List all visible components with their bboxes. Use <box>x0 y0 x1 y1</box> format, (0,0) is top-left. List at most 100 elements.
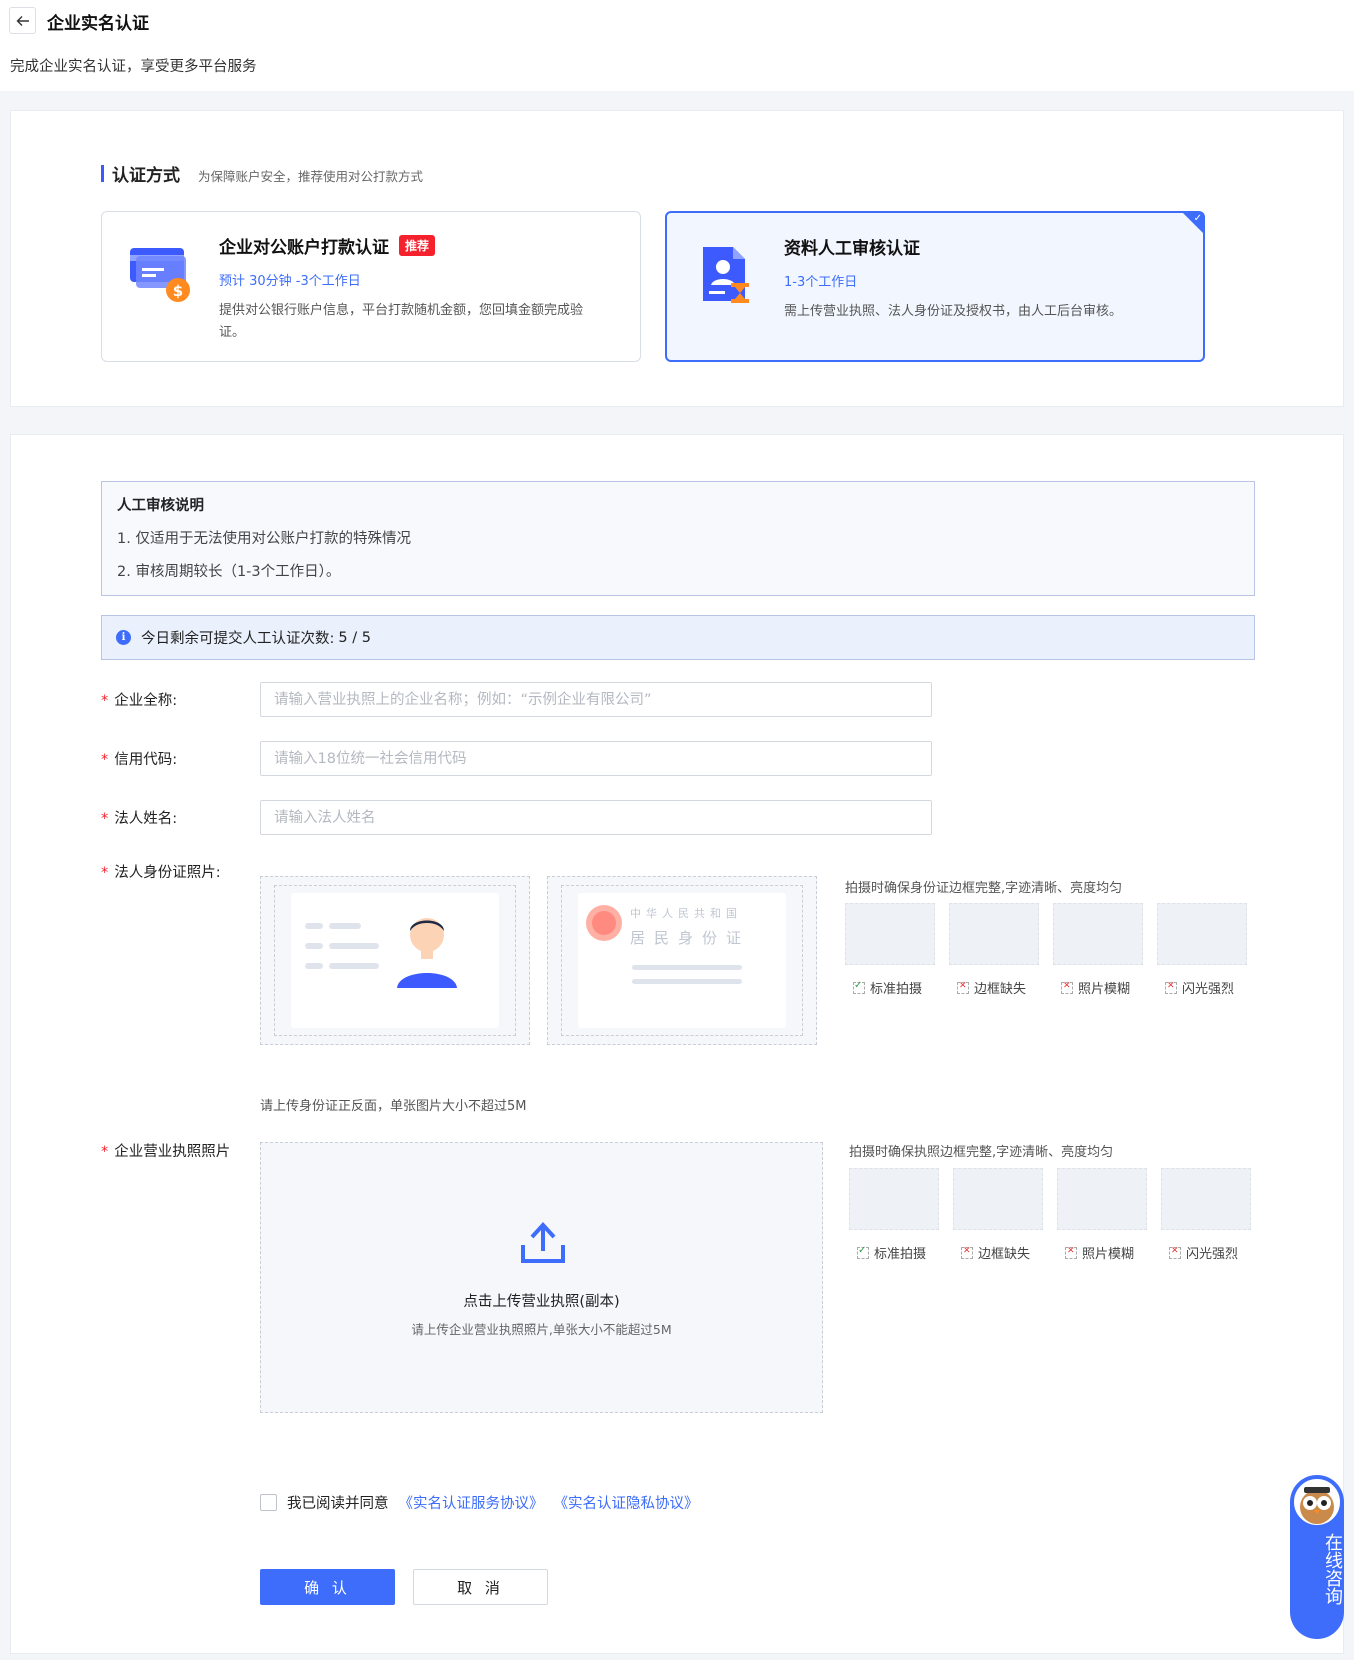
legal-name-label: * 法人姓名: <box>101 807 177 828</box>
document-review-icon <box>703 247 749 303</box>
cross-icon <box>957 981 969 994</box>
required-mark: * <box>101 865 109 881</box>
license-sample-label: 闪光强烈 <box>1169 1243 1238 1262</box>
arrow-left-icon <box>16 15 29 26</box>
id-upload-hint: 请上传身份证正反面，单张图片大小不超过5M <box>260 1099 527 1114</box>
method-time: 1-3个工作日 <box>784 275 858 290</box>
id-sample-label: 闪光强烈 <box>1165 978 1234 997</box>
title-accent-bar <box>101 165 104 182</box>
label-text: 标准拍摄 <box>874 1247 927 1262</box>
id-sample-label: 标准拍摄 <box>853 978 922 997</box>
required-mark: * <box>101 811 109 827</box>
agreement-text: 我已阅读并同意 <box>287 1496 389 1512</box>
method-title: 企业对公账户打款认证 <box>219 238 389 258</box>
check-icon: ✓ <box>1193 213 1202 224</box>
license-guide-title: 拍摄时确保执照边框完整,字迹清晰、亮度均匀 <box>849 1145 1114 1160</box>
license-sample-missing-border <box>953 1168 1043 1230</box>
review-form-card: 人工审核说明 1. 仅适用于无法使用对公账户打款的特殊情况 2. 审核周期较长（… <box>10 434 1344 1654</box>
upload-icon <box>521 1222 565 1263</box>
label-text: 企业全称: <box>114 693 178 709</box>
agreement-row: 我已阅读并同意 《实名认证服务协议》 《实名认证隐私协议》 <box>260 1492 699 1513</box>
privacy-agreement-link[interactable]: 《实名认证隐私协议》 <box>554 1492 699 1513</box>
notice-line: 2. 审核周期较长（1-3个工作日）。 <box>117 564 341 580</box>
recommend-badge: 推荐 <box>399 235 436 256</box>
check-icon <box>857 1245 869 1259</box>
review-notice: 人工审核说明 1. 仅适用于无法使用对公账户打款的特殊情况 2. 审核周期较长（… <box>101 481 1255 596</box>
section-title-text: 认证方式 <box>112 166 180 186</box>
id-sample-label: 照片模糊 <box>1061 978 1130 997</box>
method-desc: 需上传营业执照、法人身份证及授权书，由人工后台审核。 <box>784 304 1123 319</box>
label-text: 企业营业执照照片 <box>114 1144 231 1160</box>
id-back-sample: 中华人民共和国 居民身份证 <box>578 893 786 1028</box>
license-sample-flash <box>1161 1168 1251 1230</box>
cross-icon <box>1065 1246 1077 1259</box>
id-sample-blurry <box>1053 903 1143 965</box>
remaining-count: 5 / 5 <box>338 629 371 646</box>
license-sample-standard <box>849 1168 939 1230</box>
info-icon: i <box>116 630 131 645</box>
method-bank-transfer[interactable]: $ 企业对公账户打款认证 推荐 预计 30分钟 -3个工作日 提供对公银行账户信… <box>101 211 641 362</box>
method-title: 资料人工审核认证 <box>784 239 920 259</box>
page-title: 企业实名认证 <box>47 14 149 34</box>
auth-method-card: 认证方式 为保障账户安全，推荐使用对公打款方式 $ 企业对公账户打款认证 推荐 … <box>10 110 1344 407</box>
label-text: 照片模糊 <box>1078 982 1131 997</box>
method-time: 预计 30分钟 -3个工作日 <box>219 274 361 289</box>
cancel-button[interactable]: 取 消 <box>413 1569 548 1605</box>
required-mark: * <box>101 752 109 768</box>
license-sample-label: 边框缺失 <box>961 1243 1030 1262</box>
required-mark: * <box>101 693 109 709</box>
id-photo-label: * 法人身份证照片: <box>101 861 221 882</box>
owl-mascot-icon <box>1300 1487 1334 1524</box>
consult-label: 在线咨询 <box>1322 1533 1343 1605</box>
svg-text:$: $ <box>173 282 183 300</box>
id-front-sample <box>291 893 499 1028</box>
confirm-button[interactable]: 确 认 <box>260 1569 395 1605</box>
id-front-illustration <box>305 918 457 988</box>
credit-code-label: * 信用代码: <box>101 748 177 769</box>
credit-code-input[interactable] <box>260 741 932 776</box>
section-hint: 为保障账户安全，推荐使用对公打款方式 <box>198 169 424 184</box>
upload-hint: 请上传企业营业执照照片,单张大小不能超过5M <box>411 1322 672 1337</box>
company-name-input[interactable] <box>260 682 932 717</box>
cross-icon <box>961 1246 973 1259</box>
assistant-avatar <box>1292 1477 1342 1527</box>
method-manual-review[interactable]: ✓ 资料人工审核认证 1-3个工作日 需上传营业执照、法人身份证及授权书，由人工… <box>665 211 1205 362</box>
notice-title: 人工审核说明 <box>117 498 204 514</box>
cross-icon <box>1061 981 1073 994</box>
label-text: 信用代码: <box>114 752 178 768</box>
id-sample-missing-border <box>949 903 1039 965</box>
id-back-upload[interactable]: 中华人民共和国 居民身份证 <box>547 876 817 1045</box>
section-title: 认证方式 为保障账户安全，推荐使用对公打款方式 <box>101 161 423 186</box>
legal-name-input[interactable] <box>260 800 932 835</box>
agreement-checkbox[interactable] <box>260 1494 277 1511</box>
label-text: 标准拍摄 <box>870 982 923 997</box>
label-text: 法人姓名: <box>114 811 178 827</box>
id-sample-flash <box>1157 903 1247 965</box>
license-sample-blurry <box>1057 1168 1147 1230</box>
page-subtitle: 完成企业实名认证，享受更多平台服务 <box>10 59 257 75</box>
label-text: 边框缺失 <box>974 982 1027 997</box>
required-mark: * <box>101 1144 109 1160</box>
remaining-label: 今日剩余可提交人工认证次数: <box>141 631 335 647</box>
label-text: 闪光强烈 <box>1182 982 1235 997</box>
license-sample-label: 标准拍摄 <box>857 1243 926 1262</box>
license-label: * 企业营业执照照片 <box>101 1140 230 1161</box>
id-guide-title: 拍摄时确保身份证边框完整,字迹清晰、亮度均匀 <box>845 881 1123 896</box>
id-front-upload[interactable] <box>260 876 530 1045</box>
label-text: 法人身份证照片: <box>114 865 221 881</box>
check-icon <box>853 980 865 994</box>
upload-title: 点击上传营业执照(副本) <box>463 1294 620 1310</box>
online-consult-button[interactable]: 在线咨询 <box>1290 1475 1344 1639</box>
company-name-label: * 企业全称: <box>101 689 177 710</box>
license-sample-label: 照片模糊 <box>1065 1243 1134 1262</box>
bank-card-icon: $ <box>130 248 190 302</box>
id-sample-standard <box>845 903 935 965</box>
id-back-title: 中华人民共和国 <box>630 907 742 920</box>
method-desc: 提供对公银行账户信息，平台打款随机金额，您回填金额完成验证。 <box>219 303 584 340</box>
id-sample-label: 边框缺失 <box>957 978 1026 997</box>
back-button[interactable] <box>9 7 36 34</box>
cross-icon <box>1169 1246 1181 1259</box>
license-upload[interactable]: 点击上传营业执照(副本) 请上传企业营业执照照片,单张大小不能超过5M <box>260 1142 823 1413</box>
service-agreement-link[interactable]: 《实名认证服务协议》 <box>399 1492 544 1513</box>
page-header: 企业实名认证 完成企业实名认证，享受更多平台服务 <box>0 0 1354 91</box>
